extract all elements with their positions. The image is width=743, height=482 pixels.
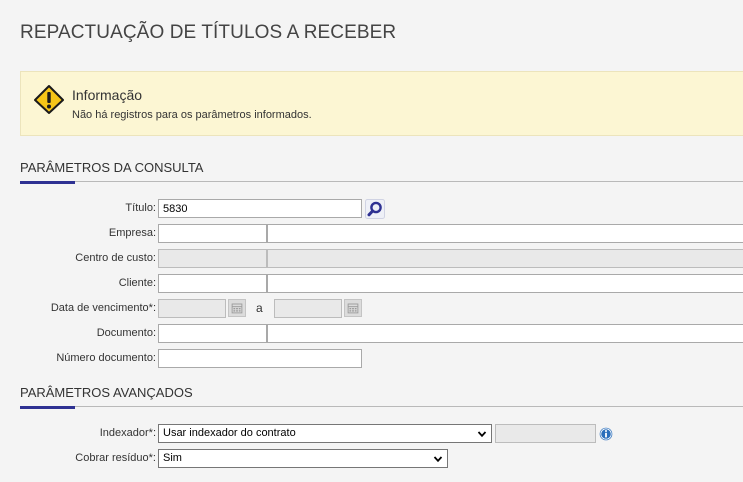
- cliente-code-input[interactable]: [158, 274, 267, 293]
- calendar-icon[interactable]: [344, 299, 362, 317]
- centro-custo-label: Centro de custo:: [75, 252, 156, 264]
- cobrar-residuo-label: Cobrar resíduo*:: [75, 452, 156, 464]
- info-icon[interactable]: [599, 427, 613, 441]
- numero-documento-input[interactable]: [158, 349, 362, 368]
- indexador-extra-input[interactable]: [495, 424, 596, 443]
- section-accent: [20, 181, 75, 184]
- cliente-name-input[interactable]: [267, 274, 743, 293]
- chevron-down-icon: [477, 431, 487, 438]
- titulo-label: Título:: [125, 202, 156, 214]
- cliente-label: Cliente:: [118, 277, 156, 289]
- empresa-label: Empresa:: [108, 227, 156, 239]
- indexador-selected-value: Usar indexador do contrato: [163, 427, 296, 439]
- data-vencimento-to-input[interactable]: [274, 299, 342, 318]
- info-title: Informação: [72, 87, 143, 103]
- page-title: REPACTUAÇÃO DE TÍTULOS A RECEBER: [20, 22, 397, 43]
- chevron-down-icon: [433, 456, 443, 463]
- documento-label: Documento:: [96, 327, 156, 339]
- numero-documento-label: Número documento:: [56, 352, 156, 364]
- section-divider: [20, 181, 743, 182]
- search-icon[interactable]: [365, 199, 385, 219]
- documento-name-input[interactable]: [267, 324, 743, 343]
- section-accent: [20, 406, 75, 409]
- indexador-select[interactable]: Usar indexador do contrato: [158, 424, 492, 443]
- empresa-name-input[interactable]: [267, 224, 743, 243]
- calendar-icon[interactable]: [228, 299, 246, 317]
- titulo-input[interactable]: [158, 199, 362, 218]
- section-title-consulta: PARÂMETROS DA CONSULTA: [20, 160, 204, 175]
- section-title-avancados: PARÂMETROS AVANÇADOS: [20, 385, 193, 400]
- indexador-label: Indexador*:: [99, 427, 156, 439]
- section-divider: [20, 406, 743, 407]
- empresa-code-input[interactable]: [158, 224, 267, 243]
- cobrar-residuo-selected-value: Sim: [163, 452, 182, 464]
- documento-code-input[interactable]: [158, 324, 267, 343]
- data-vencimento-label: Data de vencimento*:: [50, 302, 156, 314]
- date-range-separator: a: [256, 301, 263, 315]
- centro-custo-name-input: [267, 249, 743, 268]
- centro-custo-code-input: [158, 249, 267, 268]
- info-message: Não há registros para os parâmetros info…: [72, 109, 312, 121]
- cobrar-residuo-select[interactable]: Sim: [158, 449, 448, 468]
- info-message-box: Informação Não há registros para os parâ…: [20, 71, 743, 136]
- warning-icon: [34, 85, 64, 114]
- data-vencimento-from-input[interactable]: [158, 299, 226, 318]
